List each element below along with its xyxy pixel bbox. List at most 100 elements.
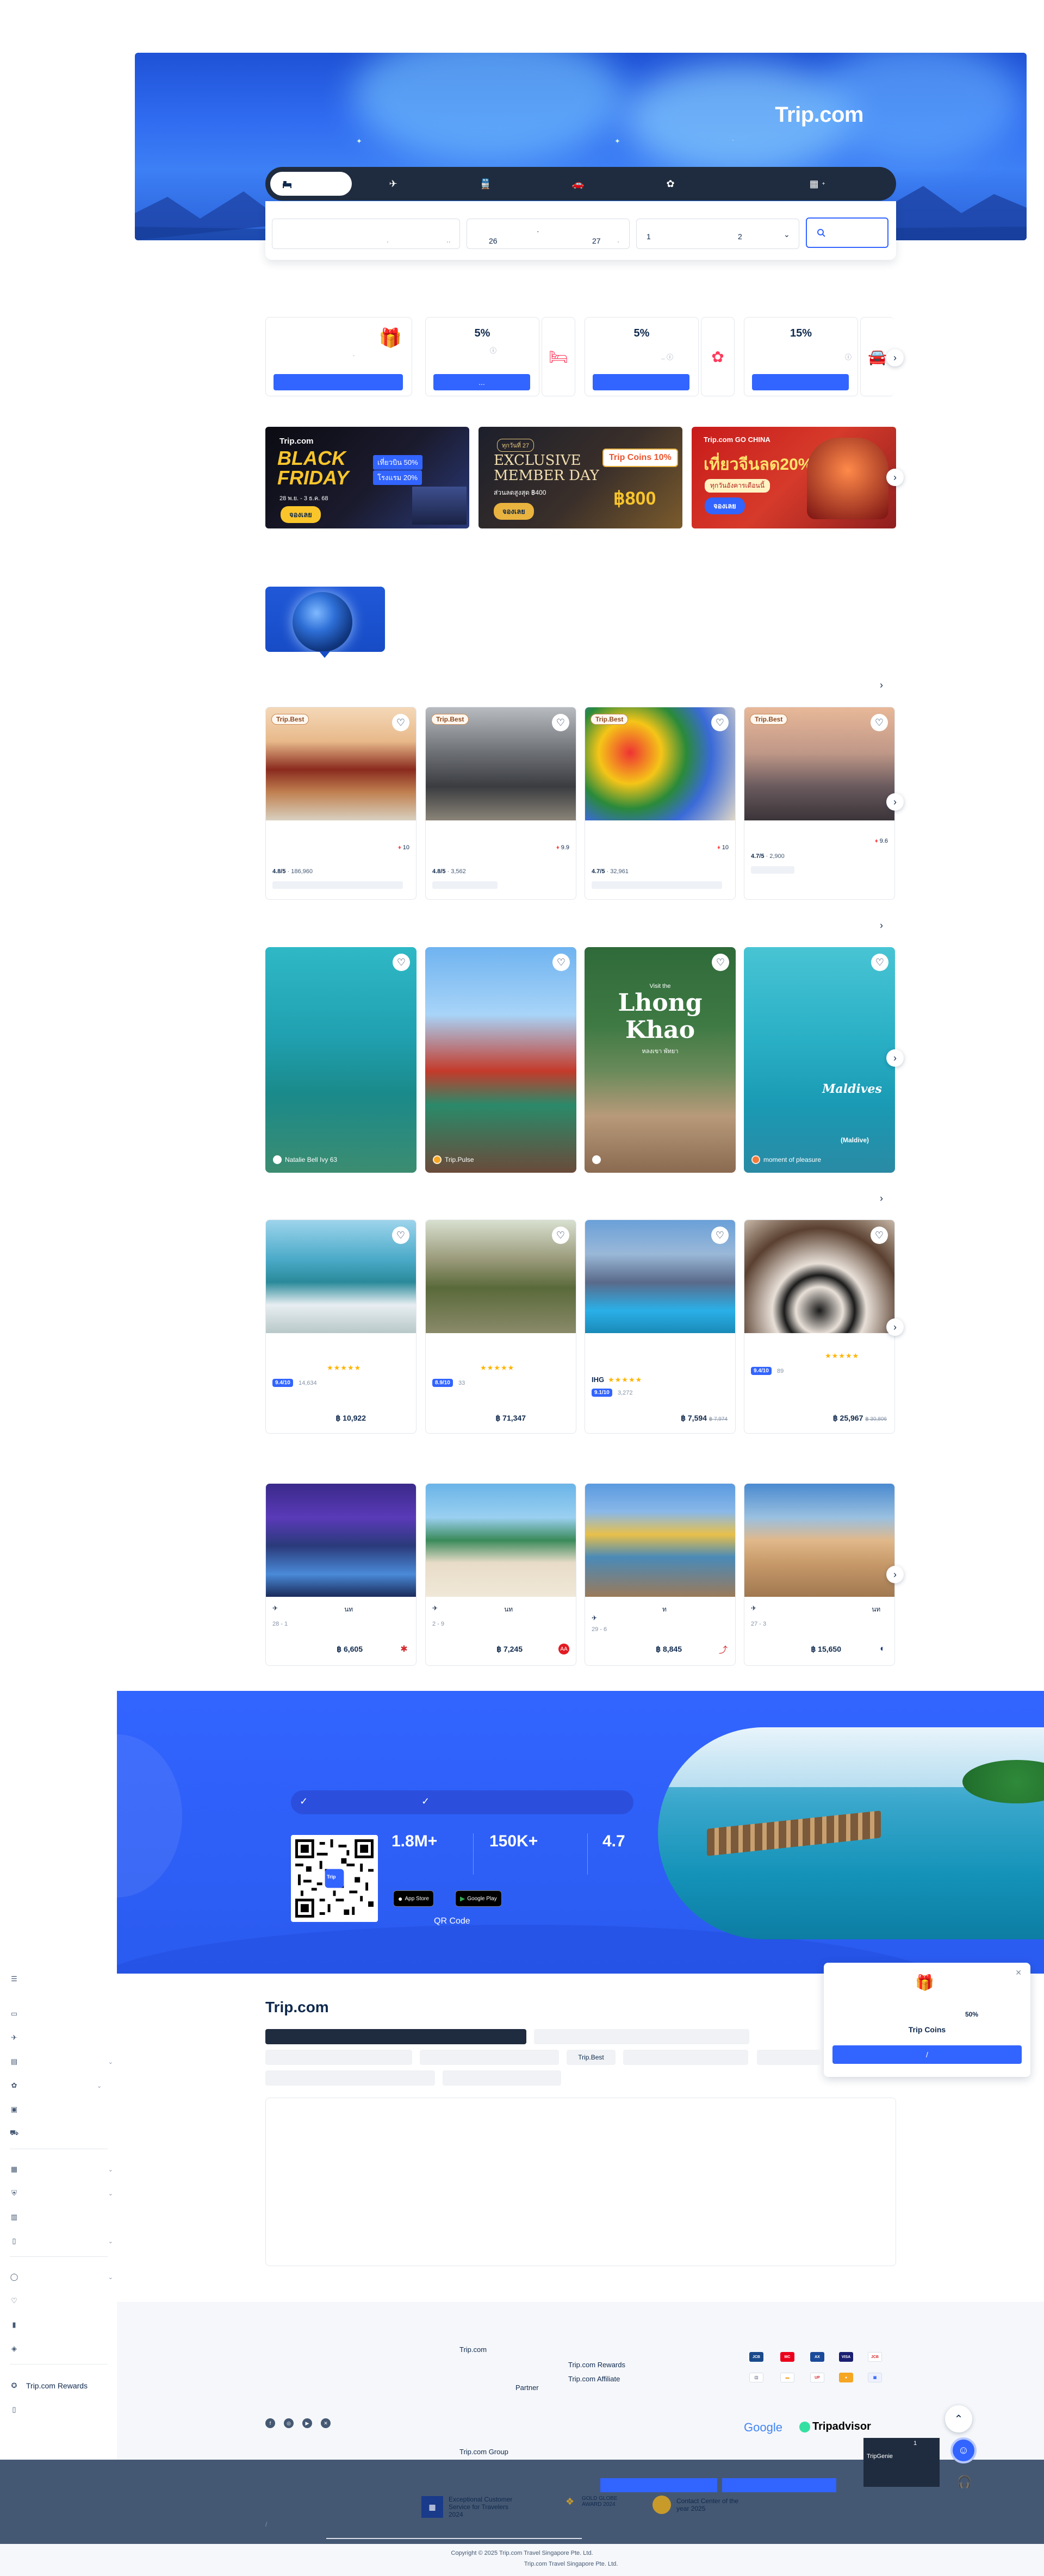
date-field[interactable]: 26 · 27 . [467,219,630,249]
photo-card[interactable]: ♡ Natalie Bell Ivy 63 [265,947,417,1173]
youtube-icon[interactable]: ▶ [302,2418,312,2428]
favorite-button[interactable]: ♡ [393,954,410,971]
guests-field[interactable]: 1 2 ⌄ [636,219,799,249]
info-tab[interactable] [534,2029,749,2044]
footer-action-button[interactable] [722,2478,836,2492]
info-tab-tripbest[interactable]: Trip.Best [567,2050,616,2065]
footer-link[interactable]: Partner [515,2384,539,2392]
flight-card[interactable]: ✈ นท 28 - 1 ฿ 6,605 ✱ [265,1483,417,1666]
coupon-claim-button[interactable] [752,374,849,390]
sidebar-item-stats[interactable]: ▮ [10,2318,113,2331]
search-button[interactable] [806,217,888,248]
info-tab[interactable] [265,2050,412,2065]
destination-field[interactable]: . .. [272,219,460,249]
banner-cta-button[interactable]: จองเลย [705,497,745,514]
coupon-claim-button[interactable]: ... [433,374,530,390]
sidebar-item-transfers[interactable]: ▣ [10,2103,113,2116]
attraction-card[interactable]: Trip.Best ♡ ♦ 10 4.7/5 · 32,961 [585,707,736,900]
sidebar-item-app[interactable]: ▯ [10,2403,113,2416]
sidebar-item-tags[interactable]: ◈ [10,2342,113,2355]
back-to-top-button[interactable]: ⌃ [945,2405,972,2432]
promo-banner-member-day[interactable]: ทุกวันที่ 27 EXCLUSIVE MEMBER DAY ส่วนลด… [478,427,682,528]
tab-flights[interactable]: ✈ [352,172,434,196]
sidebar-item-insurance[interactable]: ⛨ ⌄ [10,2187,113,2200]
sidebar-item-rewards[interactable]: ✪ Trip.com Rewards [10,2379,113,2392]
google-play-button[interactable]: ▶ Google Play [455,1890,502,1907]
sidebar-item-cars[interactable]: ⛟ [10,2127,113,2140]
photo-card[interactable]: ♡ Maldives (Maldive) moment of pleasure [744,947,895,1173]
footer-link[interactable]: Trip.com Rewards [568,2361,625,2369]
promo-banner-black-friday[interactable]: Trip.com BLACK FRIDAY เที่ยวบิน 50% โรงแ… [265,427,469,528]
promo-banner-go-china[interactable]: Trip.com GO CHINA เที่ยวจีนลด20% ทุกวันอ… [692,427,896,528]
sidebar-item-account[interactable]: ◯ ⌄ [10,2270,113,2283]
hotel-card[interactable]: ♡ ★★★★★ 9.4/10 89 ฿ 25,967 ฿ 30,806 [744,1219,895,1434]
flight-card[interactable]: ท ✈ 29 - 6 ฿ 8,845 ⤴ [585,1483,736,1666]
sidebar-item-hotels[interactable]: ▭ [10,2007,113,2020]
photo-card[interactable]: ♡ Trip.Pulse [425,947,576,1173]
sidebar-item-trains[interactable]: ▤ ⌄ [10,2055,113,2068]
favorite-button[interactable]: ♡ [871,954,888,971]
footer-link[interactable]: Trip.com Affiliate [568,2375,620,2383]
sidebar-item-flights[interactable]: ✈ [10,2031,113,2044]
tab-trains[interactable]: 🚆 [445,172,526,196]
coupons-next-button[interactable]: › [886,349,904,366]
info-tab-active[interactable] [265,2029,526,2044]
favorite-button[interactable]: ♡ [392,1227,409,1244]
attractions-next-button[interactable]: › [886,793,904,811]
destination-globe-tab[interactable] [265,587,385,652]
coupon-card[interactable]: 5% .. ⓘ [585,317,699,396]
info-tab[interactable] [757,2050,821,2065]
tab-more[interactable]: ▦ + [776,172,858,196]
sidebar-item-deals[interactable]: ▦ ⌄ [10,2163,113,2176]
facebook-icon[interactable]: f [265,2418,275,2428]
headset-icon[interactable]: 🎧 [957,2475,972,2489]
attraction-card[interactable]: Trip.Best ♡ ♦ 10 4.8/5 · 186,960 [265,707,417,900]
chatbot-button[interactable]: ☺ [950,2437,977,2463]
favorite-button[interactable]: ♡ [552,714,569,731]
instagram-icon[interactable]: ◎ [284,2418,294,2428]
coupon-card[interactable]: 🎁 . [265,317,412,396]
hotels-next-button[interactable]: › [886,1318,904,1336]
hotel-card[interactable]: ♡ IHG ★★★★★ 9.1/10 3,272 ฿ 7,594 ฿ 7,974 [585,1219,736,1434]
tab-cars[interactable]: 🚗 [537,172,619,196]
flight-card[interactable]: ✈ นท 2 - 9 ฿ 7,245 AA [425,1483,576,1666]
info-tab[interactable] [265,2070,435,2086]
banner-cta-button[interactable]: จองเลย [281,506,321,523]
sidebar-item-trips[interactable]: ♡ [10,2294,113,2307]
x-icon[interactable]: ✕ [321,2418,331,2428]
sidebar-menu[interactable]: ☰ [10,1973,113,1986]
app-store-button[interactable]: ● App Store [393,1890,434,1907]
coupon-card[interactable]: 15% ⓘ [744,317,858,396]
flights-next-button[interactable]: › [886,1566,904,1583]
sidebar-item-attractions[interactable]: ✿ ⌄ [10,2079,113,2092]
info-tab[interactable] [443,2070,561,2086]
attraction-card[interactable]: Trip.Best ♡ ♦ 9.6 4.7/5 · 2,900 [744,707,895,900]
flight-card[interactable]: ✈ นท 27 - 3 ฿ 15,650 ◐ [744,1483,895,1666]
sidebar-item-esim[interactable]: ▯ ⌄ [10,2235,113,2248]
info-tab[interactable] [420,2050,559,2065]
favorite-button[interactable]: ♡ [552,1227,569,1244]
favorite-button[interactable]: ♡ [712,954,729,971]
favorite-button[interactable]: ♡ [871,1227,888,1244]
favorite-button[interactable]: ♡ [711,1227,729,1244]
hotels-more-link[interactable]: › [880,1193,883,1204]
coupon-claim-button[interactable] [274,374,403,390]
favorite-button[interactable]: ♡ [871,714,888,731]
hotel-card[interactable]: ♡ ★★★★★ 8.9/10 33 ฿ 71,347 [425,1219,576,1434]
attraction-card[interactable]: Trip.Best ♡ ♦ 9.9 4.8/5 · 3,562 [425,707,576,900]
coupon-claim-button[interactable] [593,374,689,390]
tab-hotels[interactable] [270,172,352,196]
footer-link[interactable]: Trip.com Group [459,2448,508,2456]
hotel-card[interactable]: ♡ ★★★★★ 9.4/10 14,634 ฿ 10,922 [265,1219,417,1434]
banner-cta-button[interactable]: จองเลย [494,503,534,520]
favorite-button[interactable]: ♡ [711,714,729,731]
sidebar-item-giftcard[interactable]: ▥ [10,2211,113,2224]
attractions-more-link[interactable]: › [880,680,883,691]
tab-attractions[interactable]: ✿ [630,172,711,196]
info-tab[interactable] [623,2050,748,2065]
coupon-card[interactable]: 5% ⓘ ... [425,317,539,396]
footer-action-button[interactable] [600,2478,717,2492]
favorite-button[interactable]: ♡ [552,954,570,971]
footer-link[interactable]: Trip.com [459,2345,487,2354]
moments-next-button[interactable]: › [886,1049,904,1067]
